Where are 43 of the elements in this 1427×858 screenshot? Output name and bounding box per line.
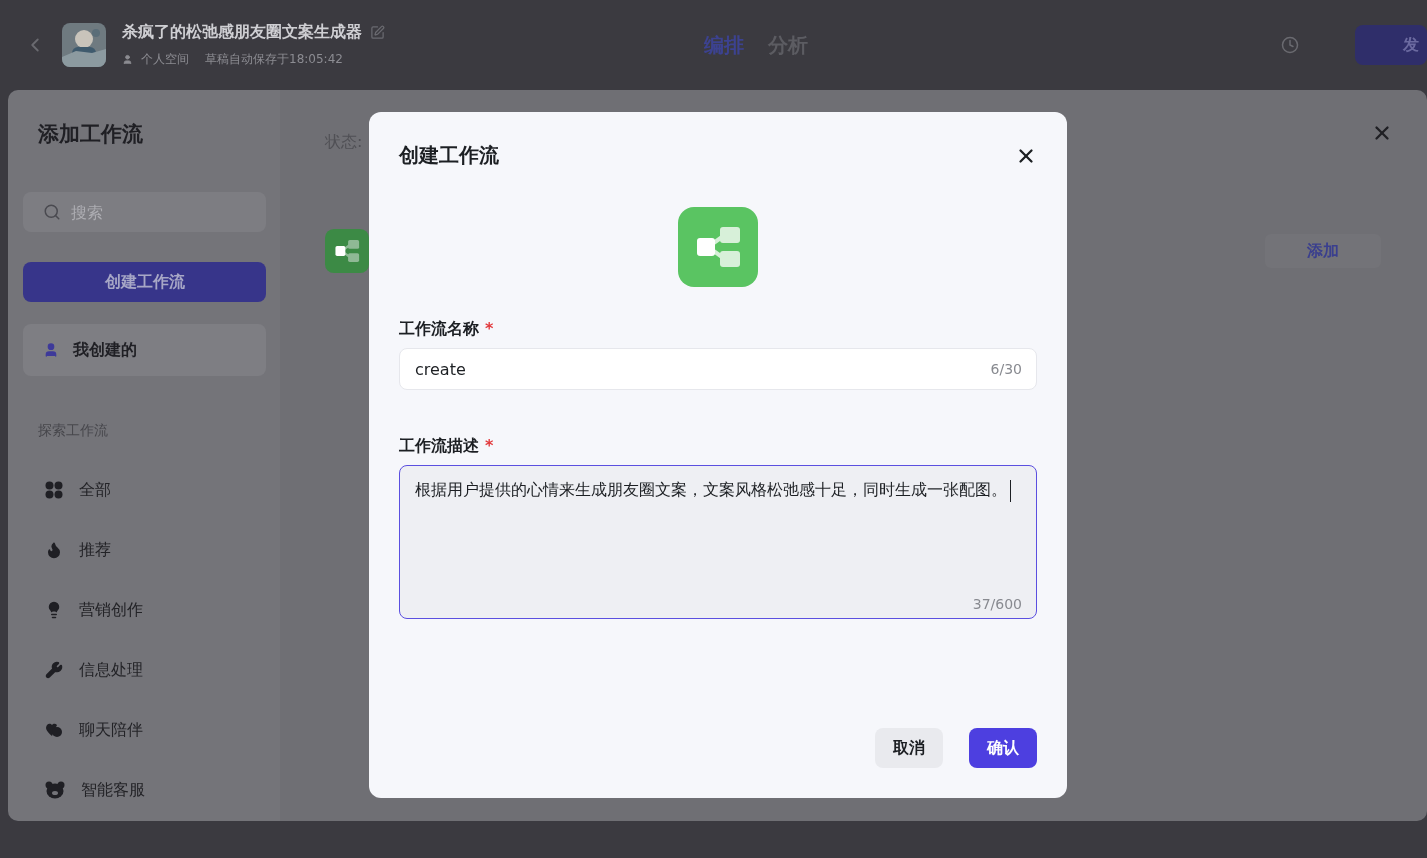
- hearts-icon: [45, 721, 63, 739]
- category-label: 全部: [79, 479, 111, 501]
- char-counter: 37/600: [972, 596, 1022, 612]
- bear-icon: [45, 781, 65, 799]
- category-label: 智能客服: [81, 779, 145, 801]
- cancel-button[interactable]: 取消: [875, 728, 943, 768]
- char-counter: 6/30: [990, 361, 1022, 377]
- field-label: 工作流名称 *: [399, 319, 495, 340]
- category-item[interactable]: 全部: [23, 460, 266, 520]
- publish-button[interactable]: 发: [1355, 25, 1427, 65]
- search-icon: [43, 203, 61, 221]
- category-item[interactable]: 智能客服: [23, 760, 266, 820]
- category-label: 推荐: [79, 539, 111, 561]
- name-field[interactable]: create 6/30: [399, 348, 1037, 390]
- sidebar-item[interactable]: 我创建的: [23, 324, 266, 376]
- category-item[interactable]: 推荐: [23, 520, 266, 580]
- category-item[interactable]: 营销创作: [23, 580, 266, 640]
- autosave-text: 草稿自动保存于18:05:42: [205, 51, 343, 68]
- person-icon: [43, 342, 59, 358]
- person-icon: [122, 54, 133, 65]
- category-label: 营销创作: [79, 599, 143, 621]
- sidebar-item-label: 我创建的: [73, 339, 137, 361]
- grid-icon: [45, 481, 63, 499]
- history-icon[interactable]: [1281, 36, 1299, 54]
- space-label: 个人空间: [141, 51, 189, 68]
- drawer-title: 添加工作流: [38, 121, 144, 148]
- wrench-icon: [45, 661, 63, 679]
- dialog-title: 创建工作流: [399, 142, 499, 169]
- flame-icon: [45, 541, 63, 559]
- add-button[interactable]: 添加: [1265, 234, 1381, 268]
- edit-icon[interactable]: [370, 25, 385, 40]
- description-field[interactable]: 根据用户提供的心情来生成朋友圈文案，文案风格松弛感十足，同时生成一张配图。 37/600: [399, 465, 1037, 619]
- app-title: 杀疯了的松弛感朋友圈文案生成器: [122, 22, 362, 43]
- workflow-icon: [678, 207, 758, 287]
- field-value: create: [415, 359, 466, 379]
- category-item[interactable]: 聊天陪伴: [23, 700, 266, 760]
- category-item[interactable]: 信息处理: [23, 640, 266, 700]
- category-label: 聊天陪伴: [79, 719, 143, 741]
- field-label: 工作流描述 *: [399, 436, 495, 457]
- category-label: 信息处理: [79, 659, 143, 681]
- field-value: 根据用户提供的心情来生成朋友圈文案，文案风格松弛感十足，同时生成一张配图。: [415, 476, 1022, 504]
- confirm-button[interactable]: 确认: [969, 728, 1037, 768]
- create-workflow-button[interactable]: 创建工作流: [23, 262, 266, 302]
